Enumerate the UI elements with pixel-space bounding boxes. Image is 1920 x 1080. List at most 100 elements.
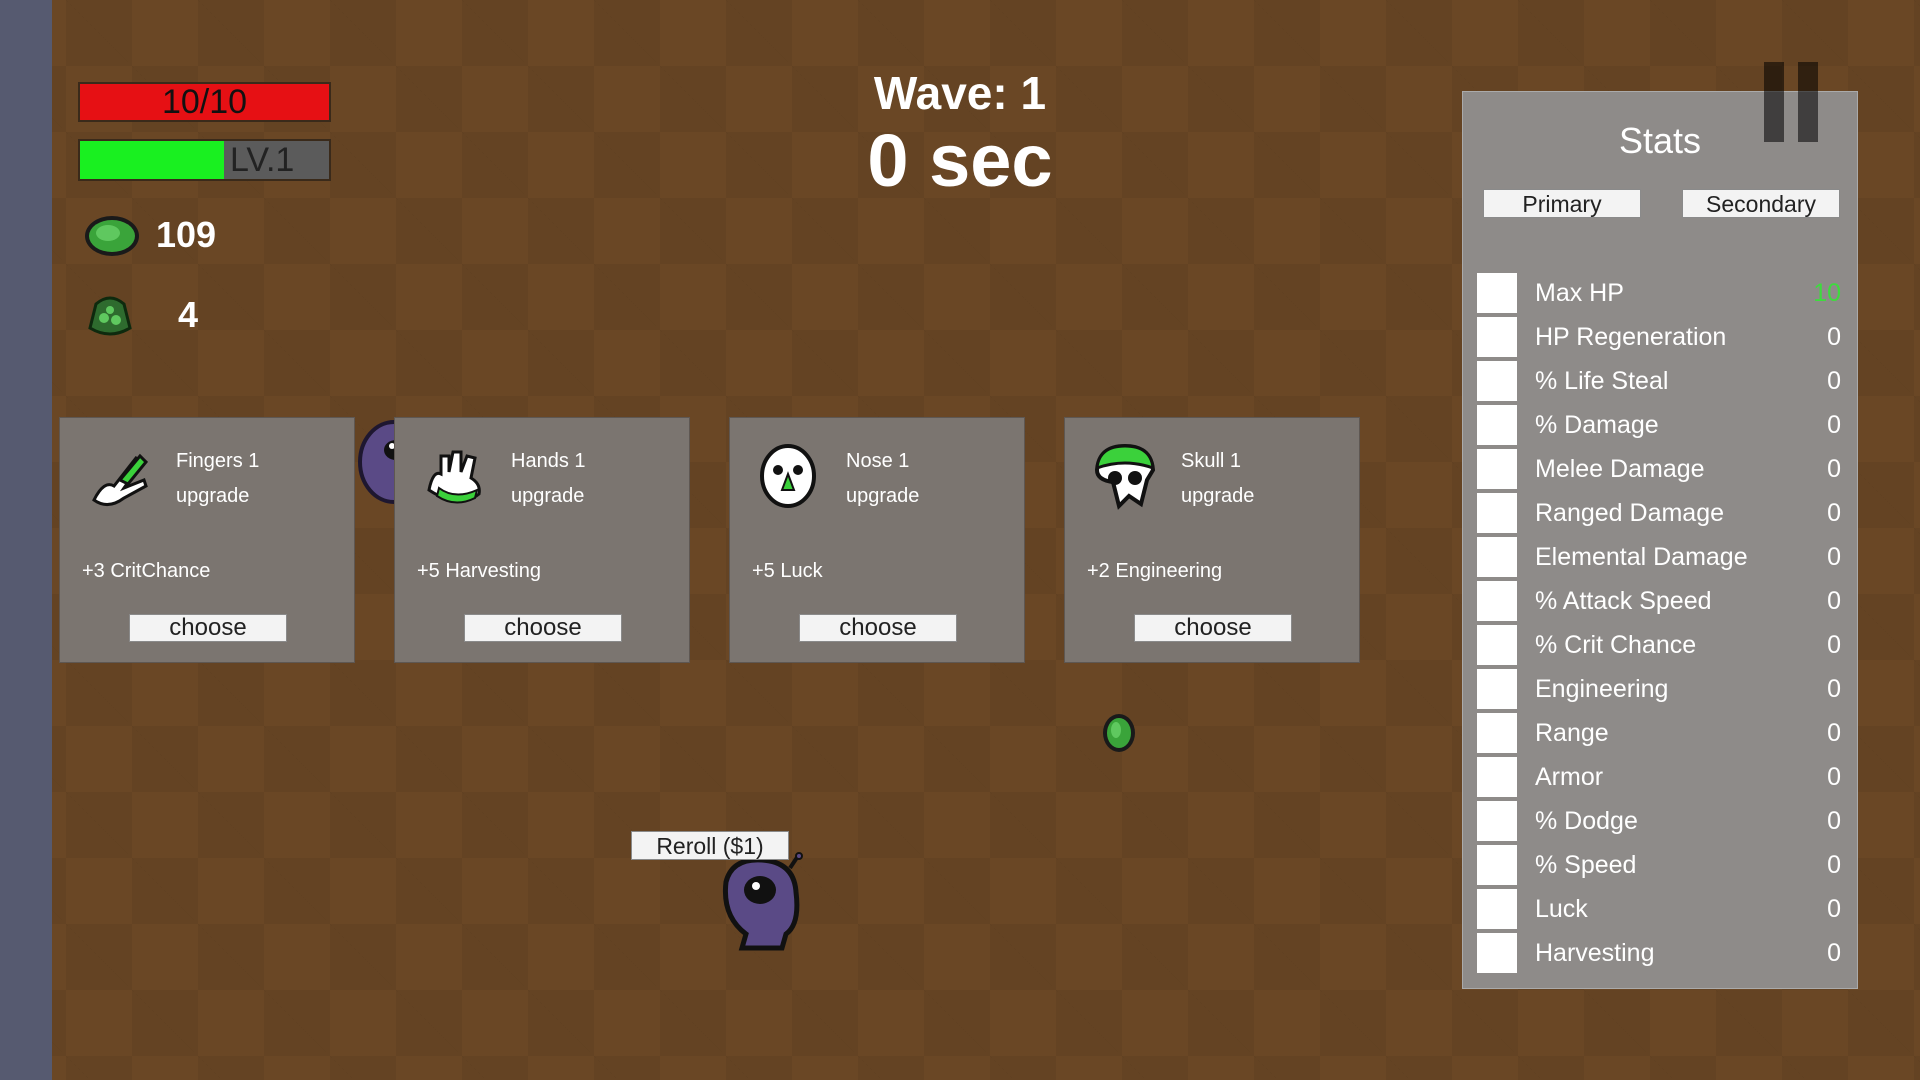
stat-row: Range 0 <box>1477 710 1845 754</box>
material-drop <box>1103 714 1135 752</box>
stat-value: 0 <box>1827 719 1841 747</box>
choose-button[interactable]: choose <box>799 614 957 642</box>
stat-name: Engineering <box>1535 675 1669 703</box>
stat-icon <box>1477 889 1517 929</box>
hands-icon <box>427 450 481 504</box>
stat-row: % Crit Chance 0 <box>1477 622 1845 666</box>
stat-icon <box>1477 625 1517 665</box>
stat-name: HP Regeneration <box>1535 323 1727 351</box>
level-text: LV.1 <box>230 141 295 179</box>
stat-row: % Dodge 0 <box>1477 798 1845 842</box>
stat-row: % Speed 0 <box>1477 842 1845 886</box>
bag-count: 4 <box>178 294 199 335</box>
stat-value: 0 <box>1827 587 1841 615</box>
stat-name: Harvesting <box>1535 939 1655 967</box>
card-effect: +5 Harvesting <box>417 560 541 582</box>
stat-icon <box>1477 405 1517 445</box>
card-type: upgrade <box>1181 485 1255 507</box>
reroll-button[interactable]: Reroll ($1) <box>631 831 789 860</box>
hp-text: 10/10 <box>161 83 248 121</box>
stat-name: Melee Damage <box>1535 455 1705 483</box>
stat-icon <box>1477 669 1517 709</box>
stat-name: Armor <box>1535 763 1604 791</box>
stat-name: Ranged Damage <box>1535 499 1725 527</box>
stat-value: 0 <box>1827 895 1841 923</box>
stat-name: Range <box>1535 719 1609 747</box>
stat-name: Luck <box>1535 895 1588 923</box>
nose-icon <box>760 444 816 508</box>
stat-name: Max HP <box>1535 279 1624 307</box>
stat-name: % Dodge <box>1535 807 1638 835</box>
upgrade-card: Skull 1 upgrade +2 Engineering choose <box>1064 417 1360 663</box>
stat-row: Luck 0 <box>1477 886 1845 930</box>
pause-icon <box>1764 62 1784 142</box>
hp-bar: 10/10 <box>78 82 331 122</box>
stat-value: 0 <box>1827 455 1841 483</box>
card-type: upgrade <box>176 485 250 507</box>
stat-value: 0 <box>1827 323 1841 351</box>
stat-icon <box>1477 449 1517 489</box>
upgrade-card: Fingers 1 upgrade +3 CritChance choose <box>59 417 355 663</box>
stat-name: % Crit Chance <box>1535 631 1697 659</box>
card-effect: +2 Engineering <box>1087 560 1223 582</box>
stat-value: 0 <box>1827 675 1841 703</box>
stat-row: Armor 0 <box>1477 754 1845 798</box>
stat-name: % Damage <box>1535 411 1659 439</box>
tab-secondary[interactable]: Secondary <box>1682 189 1840 218</box>
stat-name: % Attack Speed <box>1535 587 1712 615</box>
stats-panel: Stats Primary Secondary Max HP 10 HP Rege… <box>1462 91 1858 989</box>
stat-icon <box>1477 845 1517 885</box>
pause-icon <box>1798 62 1818 142</box>
stat-name: % Life Steal <box>1535 367 1669 395</box>
upgrade-card: Hands 1 upgrade +5 Harvesting choose <box>394 417 690 663</box>
upgrade-card: Nose 1 upgrade +5 Luck choose <box>729 417 1025 663</box>
stat-list: Max HP 10 HP Regeneration 0 % Life Steal 0 … <box>1477 270 1845 974</box>
stat-row: % Attack Speed 0 <box>1477 578 1845 622</box>
stat-name: Elemental Damage <box>1535 543 1748 571</box>
stat-row: Max HP 10 <box>1477 270 1845 314</box>
arena-wall <box>0 0 52 1080</box>
bag-icon <box>88 296 132 336</box>
choose-button[interactable]: choose <box>1134 614 1292 642</box>
stat-name: % Speed <box>1535 851 1637 879</box>
stat-row: % Damage 0 <box>1477 402 1845 446</box>
stat-value: 0 <box>1827 499 1841 527</box>
card-name: Skull 1 <box>1181 450 1242 472</box>
stat-icon <box>1477 273 1517 313</box>
stat-value: 0 <box>1827 543 1841 571</box>
player-sprite <box>722 852 803 951</box>
choose-button[interactable]: choose <box>464 614 622 642</box>
stat-icon <box>1477 493 1517 533</box>
stat-row: Harvesting 0 <box>1477 930 1845 974</box>
card-name: Hands 1 <box>511 450 586 472</box>
xp-fill <box>80 141 225 179</box>
stat-row: HP Regeneration 0 <box>1477 314 1845 358</box>
pause-button[interactable] <box>1764 62 1818 142</box>
stat-icon <box>1477 537 1517 577</box>
stat-row: % Life Steal 0 <box>1477 358 1845 402</box>
stat-row: Ranged Damage 0 <box>1477 490 1845 534</box>
stat-icon <box>1477 933 1517 973</box>
stat-row: Melee Damage 0 <box>1477 446 1845 490</box>
card-name: Nose 1 <box>846 450 910 472</box>
material-icon <box>85 216 139 256</box>
stat-icon <box>1477 581 1517 621</box>
stat-value: 0 <box>1827 763 1841 791</box>
stat-value: 0 <box>1827 939 1841 967</box>
card-type: upgrade <box>846 485 920 507</box>
choose-button[interactable]: choose <box>129 614 287 642</box>
stat-icon <box>1477 317 1517 357</box>
stat-value: 0 <box>1827 851 1841 879</box>
stat-value: 0 <box>1827 807 1841 835</box>
card-effect: +5 Luck <box>752 560 823 582</box>
card-effect: +3 CritChance <box>82 560 211 582</box>
tab-primary[interactable]: Primary <box>1483 189 1641 218</box>
stat-value: 10 <box>1813 279 1841 307</box>
stat-icon <box>1477 361 1517 401</box>
stat-row: Elemental Damage 0 <box>1477 534 1845 578</box>
card-type: upgrade <box>511 485 585 507</box>
stat-value: 0 <box>1827 367 1841 395</box>
stat-icon <box>1477 801 1517 841</box>
xp-bar: LV.1 <box>78 139 331 181</box>
skull-icon <box>1094 443 1156 510</box>
